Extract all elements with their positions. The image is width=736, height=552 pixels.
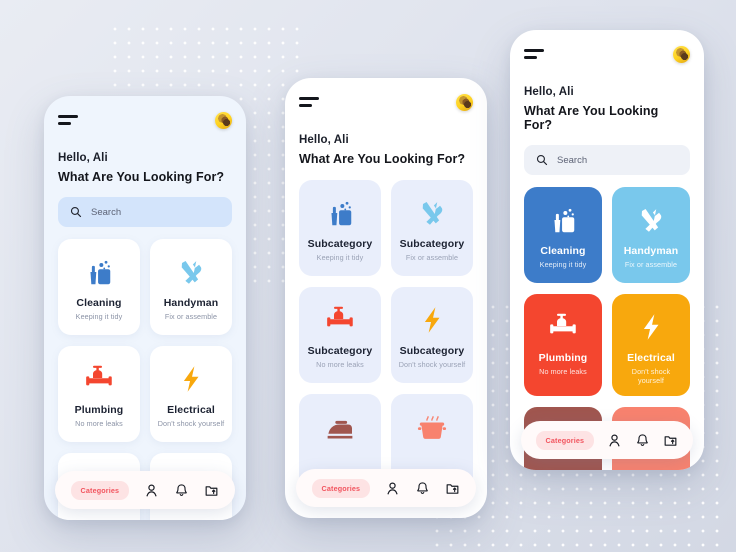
- search-icon: [536, 154, 548, 166]
- hamburger-icon[interactable]: [58, 112, 80, 126]
- category-title: Electrical: [167, 404, 215, 416]
- user-avatar[interactable]: [673, 46, 690, 63]
- category-card[interactable]: Subcategory Fix or assemble: [391, 180, 473, 276]
- cleaning-bucket-icon: [84, 253, 114, 291]
- category-card[interactable]: Subcategory Keeping it tidy: [299, 180, 381, 276]
- category-card[interactable]: Plumbing No more leaks: [524, 294, 602, 396]
- category-subtitle: No more leaks: [539, 366, 587, 376]
- category-subtitle: Fix or assemble: [405, 252, 459, 262]
- bell-icon[interactable]: [174, 483, 189, 498]
- category-title: Plumbing: [538, 352, 588, 364]
- pipe-valve-icon: [84, 360, 114, 398]
- iron-icon: [325, 408, 355, 446]
- folder-upload-icon[interactable]: [445, 481, 460, 496]
- lightning-bolt-icon: [176, 360, 206, 398]
- cleaning-bucket-icon: [325, 194, 355, 232]
- person-icon[interactable]: [144, 483, 159, 498]
- bottom-nav: Categories: [55, 471, 235, 509]
- folder-upload-icon[interactable]: [663, 433, 678, 448]
- category-title: Plumbing: [74, 404, 124, 416]
- cleaning-bucket-icon: [548, 201, 578, 239]
- category-title: Subcategory: [399, 345, 465, 357]
- folder-upload-icon[interactable]: [204, 483, 219, 498]
- category-subtitle: Don't shock yourself: [157, 418, 225, 428]
- app-header: [524, 46, 690, 72]
- greeting-hello: Hello, Ali: [524, 86, 574, 98]
- category-card[interactable]: Handyman Fix or assemble: [612, 187, 690, 283]
- pipe-valve-icon: [548, 308, 578, 346]
- search-input[interactable]: Search: [58, 197, 232, 227]
- app-header: [58, 112, 232, 138]
- category-card[interactable]: Plumbing No more leaks: [58, 346, 140, 442]
- category-card[interactable]: Electrical Don't shock yourself: [150, 346, 232, 442]
- bottom-nav: Categories: [521, 421, 693, 459]
- category-card[interactable]: Electrical Don't shock yourself: [612, 294, 690, 396]
- search-icon: [70, 206, 82, 218]
- nav-categories-pill[interactable]: Categories: [311, 478, 371, 498]
- category-title: Subcategory: [307, 345, 373, 357]
- category-card[interactable]: Handyman Fix or assemble: [150, 239, 232, 335]
- bell-icon[interactable]: [635, 433, 650, 448]
- category-title: Electrical: [627, 352, 675, 364]
- user-avatar[interactable]: [215, 112, 232, 129]
- category-grid: Subcategory Keeping it tidy Subcategory Fi…: [299, 180, 473, 490]
- design-canvas: Hello, Ali What Are You Looking For? Sea…: [0, 0, 736, 552]
- search-input[interactable]: Search: [524, 145, 690, 175]
- user-avatar[interactable]: [456, 94, 473, 111]
- category-subtitle: Fix or assemble: [164, 311, 218, 321]
- greeting-question: What Are You Looking For?: [58, 170, 225, 184]
- greeting-question: What Are You Looking For?: [524, 104, 659, 132]
- category-subtitle: Don't shock yourself: [398, 359, 466, 369]
- category-title: Handyman: [163, 297, 219, 309]
- tools-wrench-icon: [636, 201, 666, 239]
- category-subtitle: Keeping it tidy: [316, 252, 364, 262]
- category-title: Handyman: [623, 245, 679, 257]
- category-title: Subcategory: [399, 238, 465, 250]
- phone-screen-right: Hello, Ali What Are You Looking For? Sea…: [510, 30, 704, 470]
- category-subtitle: Keeping it tidy: [75, 311, 123, 321]
- category-card[interactable]: Cleaning Keeping it tidy: [524, 187, 602, 283]
- bell-icon[interactable]: [415, 481, 430, 496]
- category-subtitle: No more leaks: [316, 359, 364, 369]
- person-icon[interactable]: [385, 481, 400, 496]
- greeting-block: Hello, Ali What Are You Looking For?: [58, 152, 232, 184]
- search-placeholder: Search: [91, 206, 122, 218]
- greeting-block: Hello, Ali What Are You Looking For?: [524, 86, 690, 132]
- tools-wrench-icon: [417, 194, 447, 232]
- hamburger-icon[interactable]: [524, 46, 546, 60]
- category-subtitle: No more leaks: [75, 418, 123, 428]
- category-title: Subcategory: [307, 238, 373, 250]
- bottom-nav: Categories: [296, 469, 476, 507]
- greeting-block: Hello, Ali What Are You Looking For?: [299, 134, 473, 166]
- greeting-hello: Hello, Ali: [299, 134, 349, 146]
- lightning-bolt-icon: [636, 308, 666, 346]
- app-header: [299, 94, 473, 120]
- category-title: Cleaning: [540, 245, 586, 257]
- category-subtitle: Keeping it tidy: [539, 259, 587, 269]
- category-card[interactable]: Subcategory No more leaks: [299, 287, 381, 383]
- category-subtitle: Don't shock yourself: [631, 366, 671, 385]
- greeting-question: What Are You Looking For?: [299, 152, 466, 166]
- phone-screen-middle: Hello, Ali What Are You Looking For? Sub…: [285, 78, 487, 518]
- nav-categories-pill[interactable]: Categories: [70, 480, 130, 500]
- hamburger-icon[interactable]: [299, 94, 321, 108]
- category-card[interactable]: Cleaning Keeping it tidy: [58, 239, 140, 335]
- category-subtitle: Fix or assemble: [624, 259, 678, 269]
- phone-screen-left: Hello, Ali What Are You Looking For? Sea…: [44, 96, 246, 520]
- lightning-bolt-icon: [417, 301, 447, 339]
- pipe-valve-icon: [325, 301, 355, 339]
- cooking-pot-icon: [417, 408, 447, 446]
- greeting-hello: Hello, Ali: [58, 152, 108, 164]
- category-title: Cleaning: [76, 297, 122, 309]
- person-icon[interactable]: [607, 433, 622, 448]
- nav-categories-pill[interactable]: Categories: [535, 430, 595, 450]
- tools-wrench-icon: [176, 253, 206, 291]
- category-card[interactable]: Subcategory Don't shock yourself: [391, 287, 473, 383]
- search-placeholder: Search: [557, 154, 588, 166]
